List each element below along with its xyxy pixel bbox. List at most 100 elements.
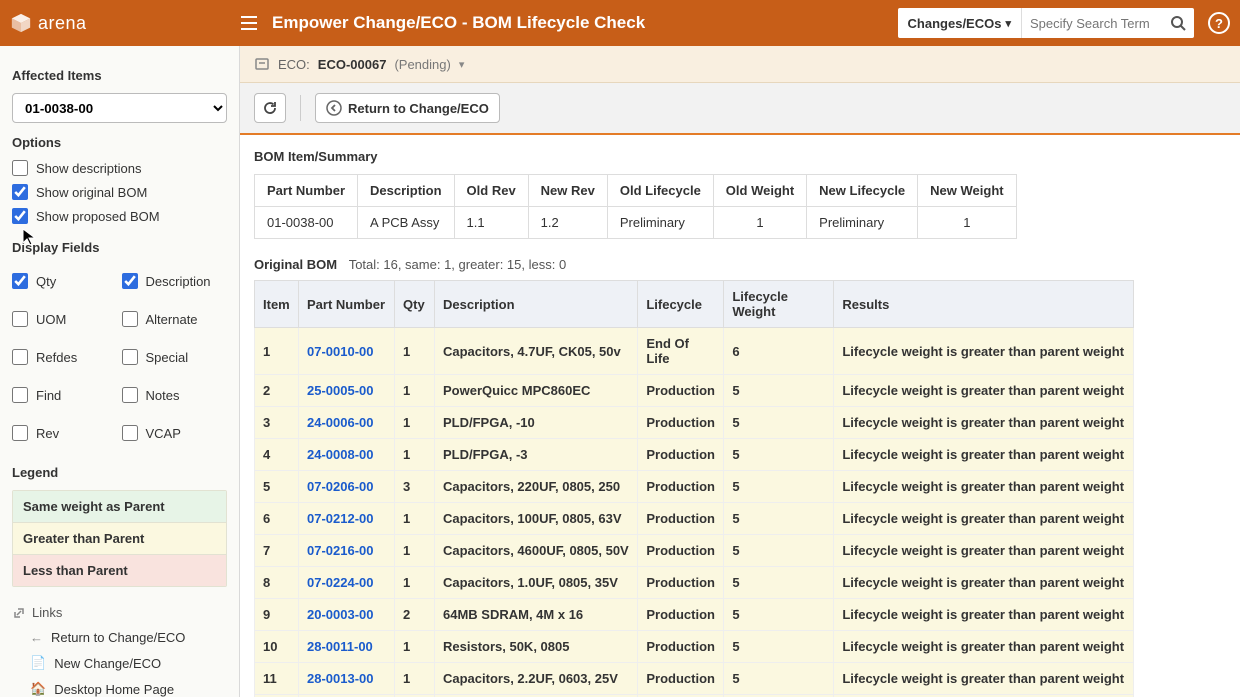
affected-items-select[interactable]: 01-0038-00 bbox=[12, 93, 227, 123]
checkbox[interactable] bbox=[12, 387, 28, 403]
checkbox[interactable] bbox=[12, 349, 28, 365]
part-link[interactable]: 20-0003-00 bbox=[307, 607, 374, 622]
field-qty[interactable]: Qty bbox=[12, 273, 118, 289]
col-oldwt: Old Weight bbox=[713, 175, 806, 207]
cell-results: Lifecycle weight is greater than parent … bbox=[834, 328, 1134, 375]
part-link[interactable]: 25-0005-00 bbox=[307, 383, 374, 398]
cell-results: Lifecycle weight is greater than parent … bbox=[834, 663, 1134, 695]
return-to-change-button[interactable]: Return to Change/ECO bbox=[315, 93, 500, 123]
refresh-button[interactable] bbox=[254, 93, 286, 123]
checkbox[interactable] bbox=[122, 349, 138, 365]
cell-lc: Production bbox=[638, 375, 724, 407]
part-link[interactable]: 24-0008-00 bbox=[307, 447, 374, 462]
link-desktop-home[interactable]: 🏠Desktop Home Page bbox=[30, 681, 227, 697]
cell-lc: Production bbox=[638, 663, 724, 695]
part-link[interactable]: 07-0224-00 bbox=[307, 575, 374, 590]
legend-same: Same weight as Parent bbox=[13, 491, 226, 523]
search-scope-dropdown[interactable]: Changes/ECOs ▾ bbox=[898, 8, 1022, 38]
part-link[interactable]: 28-0013-00 bbox=[307, 671, 374, 686]
option-show-proposed-bom[interactable]: Show proposed BOM bbox=[12, 208, 227, 224]
checkbox[interactable] bbox=[12, 184, 28, 200]
original-bom-stats: Total: 16, same: 1, greater: 15, less: 0 bbox=[349, 257, 567, 272]
cell-qty: 1 bbox=[395, 407, 435, 439]
link-new-change[interactable]: 📄New Change/ECO bbox=[30, 655, 227, 671]
topbar: arena Empower Change/ECO - BOM Lifecycle… bbox=[0, 0, 1240, 46]
cell-qty: 1 bbox=[395, 631, 435, 663]
cube-icon bbox=[10, 12, 32, 34]
chevron-down-icon[interactable]: ▾ bbox=[459, 58, 465, 71]
legend-label: Legend bbox=[12, 465, 227, 480]
cell-lc: Production bbox=[638, 535, 724, 567]
cell-part: 24-0006-00 bbox=[299, 407, 395, 439]
checkbox[interactable] bbox=[122, 273, 138, 289]
cell-lc: Production bbox=[638, 599, 724, 631]
breadcrumb: ECO: ECO-00067 (Pending) ▾ bbox=[240, 46, 1240, 83]
checkbox[interactable] bbox=[12, 425, 28, 441]
checkbox[interactable] bbox=[122, 387, 138, 403]
field-vcap[interactable]: VCAP bbox=[122, 425, 228, 441]
cell-results: Lifecycle weight is greater than parent … bbox=[834, 599, 1134, 631]
original-bom-title: Original BOM bbox=[254, 257, 337, 272]
help-icon[interactable]: ? bbox=[1208, 12, 1230, 34]
field-special[interactable]: Special bbox=[122, 349, 228, 365]
checkbox[interactable] bbox=[12, 273, 28, 289]
cell-desc: Capacitors, 1.0UF, 0805, 35V bbox=[435, 567, 638, 599]
link-return-to-change[interactable]: ←Return to Change/ECO bbox=[30, 630, 227, 645]
table-row: 225-0005-001PowerQuicc MPC860ECProductio… bbox=[255, 375, 1134, 407]
cell-part: 07-0010-00 bbox=[299, 328, 395, 375]
checkbox[interactable] bbox=[122, 311, 138, 327]
cell-desc: Capacitors, 2.2UF, 0603, 25V bbox=[435, 663, 638, 695]
part-link[interactable]: 28-0011-00 bbox=[307, 639, 373, 654]
checkbox[interactable] bbox=[12, 311, 28, 327]
cell-lcwt: 5 bbox=[724, 535, 834, 567]
checkbox[interactable] bbox=[12, 160, 28, 176]
option-show-descriptions[interactable]: Show descriptions bbox=[12, 160, 227, 176]
field-find[interactable]: Find bbox=[12, 387, 118, 403]
field-description[interactable]: Description bbox=[122, 273, 228, 289]
cell-lcwt: 5 bbox=[724, 439, 834, 471]
main-content: ECO: ECO-00067 (Pending) ▾ Return to Cha… bbox=[240, 46, 1240, 697]
cell-results: Lifecycle weight is greater than parent … bbox=[834, 503, 1134, 535]
cell-lcwt: 5 bbox=[724, 471, 834, 503]
cell-item: 10 bbox=[255, 631, 299, 663]
legend-greater: Greater than Parent bbox=[13, 523, 226, 555]
cell-results: Lifecycle weight is greater than parent … bbox=[834, 631, 1134, 663]
document-icon: 📄 bbox=[30, 655, 46, 671]
search-input[interactable] bbox=[1022, 16, 1162, 31]
cell-lcwt: 5 bbox=[724, 663, 834, 695]
legend-box: Same weight as Parent Greater than Paren… bbox=[12, 490, 227, 587]
checkbox[interactable] bbox=[12, 208, 28, 224]
field-label: Rev bbox=[36, 426, 59, 441]
checkbox[interactable] bbox=[122, 425, 138, 441]
cell-part: 07-0216-00 bbox=[299, 535, 395, 567]
part-link[interactable]: 07-0216-00 bbox=[307, 543, 374, 558]
page-title: Empower Change/ECO - BOM Lifecycle Check bbox=[272, 13, 898, 33]
field-uom[interactable]: UOM bbox=[12, 311, 118, 327]
table-row: 507-0206-003Capacitors, 220UF, 0805, 250… bbox=[255, 471, 1134, 503]
search-icon[interactable] bbox=[1162, 15, 1194, 31]
table-header-row: Part Number Description Old Rev New Rev … bbox=[255, 175, 1017, 207]
field-refdes[interactable]: Refdes bbox=[12, 349, 118, 365]
option-show-original-bom[interactable]: Show original BOM bbox=[12, 184, 227, 200]
cell-oldwt: 1 bbox=[713, 207, 806, 239]
field-notes[interactable]: Notes bbox=[122, 387, 228, 403]
field-alternate[interactable]: Alternate bbox=[122, 311, 228, 327]
field-rev[interactable]: Rev bbox=[12, 425, 118, 441]
part-link[interactable]: 07-0212-00 bbox=[307, 511, 374, 526]
cell-item: 11 bbox=[255, 663, 299, 695]
col-part: Part Number bbox=[255, 175, 358, 207]
hamburger-icon[interactable] bbox=[240, 14, 258, 32]
logo[interactable]: arena bbox=[10, 12, 240, 34]
cell-newlc: Preliminary bbox=[807, 207, 918, 239]
col-lc: Lifecycle bbox=[638, 281, 724, 328]
options-label: Options bbox=[12, 135, 227, 150]
cell-desc: Capacitors, 4600UF, 0805, 50V bbox=[435, 535, 638, 567]
part-link[interactable]: 07-0206-00 bbox=[307, 479, 374, 494]
col-desc: Description bbox=[358, 175, 455, 207]
part-link[interactable]: 24-0006-00 bbox=[307, 415, 374, 430]
part-link[interactable]: 07-0010-00 bbox=[307, 344, 374, 359]
table-row: 1128-0013-001Capacitors, 2.2UF, 0603, 25… bbox=[255, 663, 1134, 695]
cell-part: 07-0212-00 bbox=[299, 503, 395, 535]
col-newlc: New Lifecycle bbox=[807, 175, 918, 207]
table-row: 607-0212-001Capacitors, 100UF, 0805, 63V… bbox=[255, 503, 1134, 535]
